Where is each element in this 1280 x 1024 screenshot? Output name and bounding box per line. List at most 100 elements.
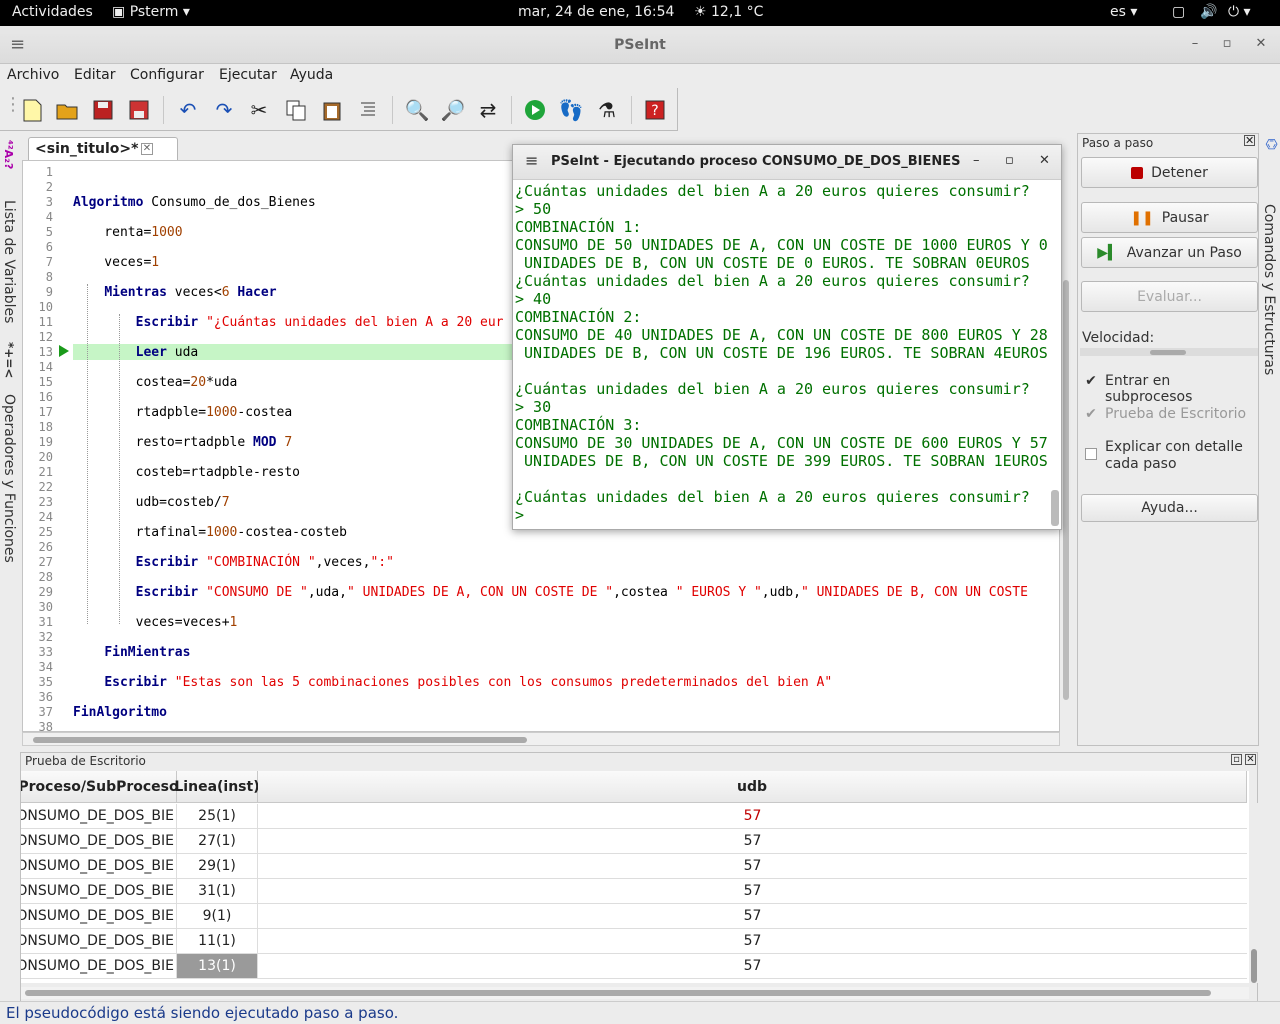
activities-button[interactable]: Actividades bbox=[12, 4, 93, 20]
panel-float-icon[interactable]: ▫ bbox=[1231, 754, 1242, 765]
column-header-line[interactable]: Linea(inst) bbox=[174, 771, 260, 803]
clock[interactable]: mar, 24 de ene, 16:54 bbox=[518, 4, 674, 20]
step-by-step-icon[interactable]: 👣 bbox=[558, 97, 584, 123]
tab-variables-list[interactable]: Lista de Variables bbox=[1, 200, 17, 323]
code-line[interactable]: Escribir "¿Cuántas unidades del bien A a… bbox=[73, 315, 504, 330]
weather[interactable]: ☀ 12,1 °C bbox=[694, 4, 763, 20]
table-row[interactable]: CONSUMO_DE_DOS_BIE 27(1) 57 bbox=[21, 829, 1247, 854]
dialog-menu-icon[interactable]: ≡ bbox=[525, 151, 538, 170]
power-icon[interactable]: ⏻ ▾ bbox=[1228, 4, 1251, 20]
desk-test-header: Prueba de Escritorio bbox=[25, 754, 146, 768]
step-forward-button[interactable]: ▶▍ Avanzar un Paso bbox=[1081, 237, 1258, 268]
line-number: 5 bbox=[45, 225, 53, 239]
code-line[interactable]: rtadpble=1000-costea bbox=[73, 405, 293, 420]
maximize-button[interactable]: ▫ bbox=[1218, 36, 1236, 51]
flowchart-icon[interactable]: ⚗ bbox=[594, 97, 620, 123]
tab-commands-structures[interactable]: Comandos y Estructuras bbox=[1261, 204, 1277, 375]
table-vertical-scrollbar-thumb[interactable] bbox=[1251, 949, 1257, 983]
menu-ayuda[interactable]: Ayuda bbox=[290, 67, 333, 83]
menu-configurar[interactable]: Configurar bbox=[130, 67, 204, 83]
desk-test-checkbox[interactable]: ✔ Prueba de Escritorio bbox=[1085, 406, 1246, 422]
pause-button[interactable]: ❚❚ Pausar bbox=[1081, 202, 1258, 233]
tab-close-icon[interactable]: ✕ bbox=[141, 143, 153, 155]
stop-button[interactable]: Detener bbox=[1081, 157, 1258, 188]
step-forward-label: Avanzar un Paso bbox=[1126, 244, 1242, 261]
explain-detail-checkbox[interactable]: Explicar con detalle cada paso bbox=[1085, 439, 1255, 473]
table-row[interactable]: CONSUMO_DE_DOS_BIE 9(1) 57 bbox=[21, 904, 1247, 929]
line-number: 11 bbox=[38, 315, 53, 329]
code-line[interactable]: renta=1000 bbox=[73, 225, 182, 240]
code-line[interactable]: Escribir "Estas son las 5 combinaciones … bbox=[73, 675, 832, 690]
dialog-maximize-button[interactable]: ▫ bbox=[1005, 153, 1014, 168]
menu-editar[interactable]: Editar bbox=[74, 67, 115, 83]
code-line[interactable]: FinAlgoritmo bbox=[73, 705, 167, 720]
search-icon[interactable]: 🔍 bbox=[404, 97, 430, 123]
minimize-button[interactable]: – bbox=[1186, 36, 1204, 51]
code-line[interactable]: veces=veces+1 bbox=[73, 615, 238, 630]
table-row[interactable]: CONSUMO_DE_DOS_BIE 25(1) 57 bbox=[21, 804, 1247, 829]
code-line[interactable]: Mientras veces<6 Hacer bbox=[73, 285, 276, 300]
save-as-icon[interactable] bbox=[126, 97, 152, 123]
search-next-icon[interactable]: 🔎 bbox=[440, 97, 466, 123]
help-button[interactable]: Ayuda... bbox=[1081, 494, 1258, 522]
panel-close-icon[interactable]: ✕ bbox=[1245, 754, 1256, 765]
code-line[interactable]: costeb=rtadpble-resto bbox=[73, 465, 300, 480]
code-line[interactable]: costea=20*uda bbox=[73, 375, 238, 390]
enter-subprocesses-checkbox[interactable]: ✔ Entrar en subprocesos bbox=[1085, 373, 1258, 405]
code-line[interactable]: Leer uda bbox=[73, 345, 199, 360]
panel-close-icon[interactable]: ✕ bbox=[1244, 135, 1255, 146]
table-horizontal-scrollbar-thumb[interactable] bbox=[25, 990, 1211, 996]
new-file-icon[interactable] bbox=[19, 97, 45, 123]
code-line[interactable]: udb=costeb/7 bbox=[73, 495, 230, 510]
run-icon[interactable] bbox=[522, 97, 548, 123]
evaluate-button[interactable]: Evaluar... bbox=[1081, 281, 1258, 312]
replace-icon[interactable]: ⇄ bbox=[475, 97, 501, 123]
console-scrollbar[interactable] bbox=[1051, 490, 1059, 526]
table-row[interactable]: CONSUMO_DE_DOS_BIE 29(1) 57 bbox=[21, 854, 1247, 879]
dialog-close-button[interactable]: ✕ bbox=[1039, 153, 1050, 168]
table-row[interactable]: CONSUMO_DE_DOS_BIE 31(1) 57 bbox=[21, 879, 1247, 904]
help-icon[interactable]: ? bbox=[642, 97, 668, 123]
paste-icon[interactable] bbox=[319, 97, 345, 123]
operators-icon[interactable]: *+=< bbox=[2, 342, 16, 378]
code-line[interactable]: Escribir "CONSUMO DE ",uda," UNIDADES DE… bbox=[73, 585, 1028, 600]
speed-slider[interactable] bbox=[1080, 348, 1258, 356]
open-folder-icon[interactable] bbox=[54, 97, 80, 123]
close-button[interactable]: ✕ bbox=[1252, 36, 1270, 51]
copy-icon[interactable] bbox=[283, 97, 309, 123]
editor-horizontal-scrollbar[interactable] bbox=[22, 732, 1060, 746]
code-line[interactable]: veces=1 bbox=[73, 255, 159, 270]
column-header-process[interactable]: Proceso/SubProceso bbox=[21, 771, 179, 803]
code-line[interactable]: rtafinal=1000-costea-costeb bbox=[73, 525, 347, 540]
tab-sin-titulo[interactable]: <sin_titulo>* ✕ bbox=[28, 137, 178, 161]
code-line[interactable]: Algoritmo Consumo_de_dos_Bienes bbox=[73, 195, 316, 210]
table-vertical-scrollbar[interactable] bbox=[1249, 803, 1259, 983]
menu-ejecutar[interactable]: Ejecutar bbox=[219, 67, 277, 83]
console-output[interactable]: ¿Cuántas unidades del bien A a 20 euros … bbox=[515, 182, 1049, 527]
column-header-udb[interactable]: udb bbox=[258, 771, 1247, 803]
cut-icon[interactable]: ✂ bbox=[246, 97, 272, 123]
speed-label: Velocidad: bbox=[1082, 330, 1155, 346]
undo-icon[interactable]: ↶ bbox=[175, 97, 201, 123]
table-row[interactable]: CONSUMO_DE_DOS_BIE 11(1) 57 bbox=[21, 929, 1247, 954]
tab-operators-functions[interactable]: Operadores y Funciones bbox=[1, 394, 17, 563]
dialog-minimize-button[interactable]: – bbox=[973, 153, 980, 168]
code-line[interactable]: FinMientras bbox=[73, 645, 190, 660]
table-row[interactable]: CONSUMO_DE_DOS_BIE 13(1) 57 bbox=[21, 954, 1247, 979]
redo-icon[interactable]: ↷ bbox=[211, 97, 237, 123]
indent-icon[interactable] bbox=[355, 97, 381, 123]
window-icon[interactable]: ▢ bbox=[1172, 4, 1185, 20]
save-icon[interactable] bbox=[90, 97, 116, 123]
structures-icon[interactable]: ⌬ bbox=[1263, 138, 1279, 150]
language-selector[interactable]: es ▾ bbox=[1110, 4, 1137, 20]
line-number: 3 bbox=[45, 195, 53, 209]
variables-icon[interactable]: ⁴²A₂? bbox=[2, 140, 15, 169]
code-line[interactable]: resto=rtadpble MOD 7 bbox=[73, 435, 293, 450]
line-number: 19 bbox=[38, 435, 53, 449]
table-horizontal-scrollbar[interactable] bbox=[21, 987, 1249, 999]
code-line[interactable]: Escribir "COMBINACIÓN ",veces,":" bbox=[73, 555, 394, 570]
menu-archivo[interactable]: Archivo bbox=[7, 67, 59, 83]
volume-icon[interactable]: 🔊 bbox=[1200, 4, 1217, 20]
app-menu[interactable]: ▣ Psterm ▾ bbox=[112, 4, 190, 20]
speed-slider-handle[interactable] bbox=[1150, 350, 1186, 355]
